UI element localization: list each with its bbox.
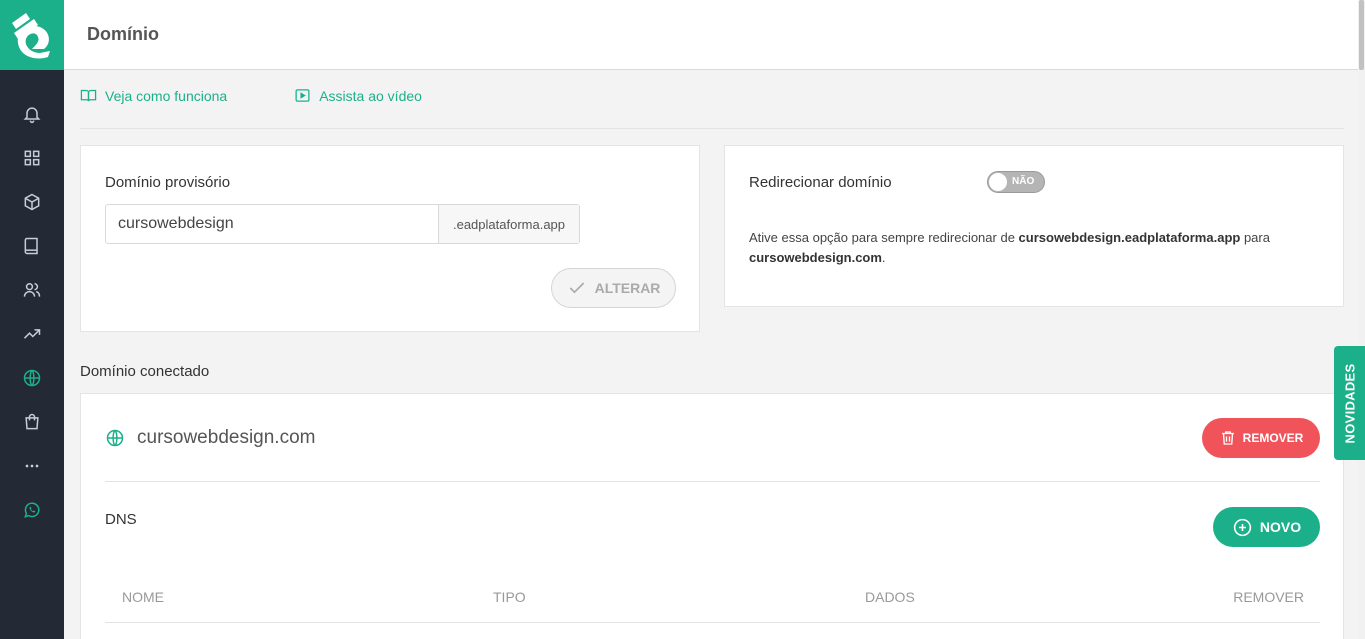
temp-domain-input[interactable] (106, 205, 438, 243)
bell-icon (23, 107, 41, 124)
desc-from-domain: cursowebdesign.eadplataforma.app (1018, 230, 1241, 245)
scrollbar-thumb[interactable] (1359, 0, 1364, 70)
news-side-tab[interactable]: NOVIDADES (1334, 346, 1365, 460)
brand-logo-icon (12, 13, 51, 59)
temp-domain-label: Domínio provisório (105, 174, 231, 191)
remove-domain-label: REMOVER (1242, 431, 1304, 445)
trending-up-icon (23, 329, 41, 339)
sidebar-item-users[interactable] (0, 268, 64, 312)
domain-suffix: .eadplataforma.app (438, 205, 579, 243)
redirect-card: Redirecionar domínio NÃO Ative essa opçã… (724, 145, 1344, 307)
sidebar-item-more[interactable] (0, 444, 64, 488)
whatsapp-icon (24, 502, 40, 518)
watch-video-label: Assista ao vídeo (319, 87, 422, 104)
how-it-works-label: Veja como funciona (105, 87, 228, 104)
globe-icon (23, 369, 41, 387)
desc-to-domain: cursowebdesign.com (749, 250, 882, 265)
divider (80, 128, 1344, 129)
change-domain-button[interactable]: ALTERAR (551, 268, 676, 308)
sidebar-item-dashboard[interactable] (0, 136, 64, 180)
scrollbar-track[interactable] (1358, 0, 1365, 639)
how-it-works-link[interactable]: Veja como funciona (80, 87, 227, 104)
sidebar-item-domain[interactable] (0, 356, 64, 400)
connected-domain-row: cursowebdesign.com (105, 427, 315, 449)
remove-domain-button[interactable]: REMOVER (1202, 418, 1320, 458)
connected-domain-name: cursowebdesign.com (137, 427, 316, 448)
sidebar-item-store[interactable] (0, 400, 64, 444)
sidebar (0, 0, 64, 639)
book-icon (24, 237, 38, 255)
divider (105, 481, 1320, 482)
redirect-label: Redirecionar domínio (749, 174, 892, 191)
dns-table-header: NOME TIPO DADOS REMOVER (105, 587, 1320, 623)
dns-title: DNS (105, 511, 137, 528)
connected-domain-card: cursowebdesign.com REMOVER DNS NOVO NOME… (80, 393, 1344, 639)
plus-circle-icon (1233, 518, 1252, 536)
new-dns-label: NOVO (1259, 519, 1302, 535)
sidebar-item-courses[interactable] (0, 224, 64, 268)
video-icon (295, 89, 310, 102)
column-header-data: DADOS (865, 589, 915, 605)
brand-logo[interactable] (0, 0, 64, 70)
book-open-icon (80, 89, 97, 102)
column-header-name: NOME (122, 589, 164, 605)
column-header-type: TIPO (493, 589, 526, 605)
cube-icon (24, 193, 40, 211)
sidebar-item-whatsapp[interactable] (0, 488, 64, 532)
desc-middle: para (1240, 230, 1270, 245)
desc-suffix: . (881, 250, 886, 265)
toggle-knob (989, 173, 1007, 191)
users-icon (23, 283, 41, 297)
globe-icon (106, 429, 124, 447)
check-icon (569, 282, 584, 294)
news-side-tab-label: NOVIDADES (1342, 363, 1357, 443)
page-title: Domínio (87, 24, 159, 44)
connected-domain-title: Domínio conectado (80, 363, 210, 380)
temp-domain-input-group: .eadplataforma.app (105, 204, 580, 244)
toggle-text: NÃO (1012, 176, 1035, 187)
temp-domain-card: Domínio provisório .eadplataforma.app AL… (80, 145, 700, 332)
sidebar-item-notifications[interactable] (0, 92, 64, 136)
redirect-toggle[interactable]: NÃO (987, 171, 1045, 193)
shopping-bag-icon (25, 413, 39, 430)
change-domain-label: ALTERAR (594, 280, 661, 296)
sidebar-item-reports[interactable] (0, 312, 64, 356)
grid-icon (24, 150, 40, 166)
more-dots-icon (25, 464, 39, 468)
desc-prefix: Ative essa opção para sempre redireciona… (749, 230, 1019, 245)
help-links: Veja como funciona Assista ao vídeo (80, 87, 422, 104)
redirect-description: Ative essa opção para sempre redireciona… (749, 228, 1309, 268)
watch-video-link[interactable]: Assista ao vídeo (294, 87, 422, 104)
column-header-remove: REMOVER (1233, 589, 1304, 605)
page-header: Domínio (64, 0, 1358, 70)
new-dns-button[interactable]: NOVO (1213, 507, 1320, 547)
trash-icon (1221, 431, 1234, 445)
sidebar-item-products[interactable] (0, 180, 64, 224)
